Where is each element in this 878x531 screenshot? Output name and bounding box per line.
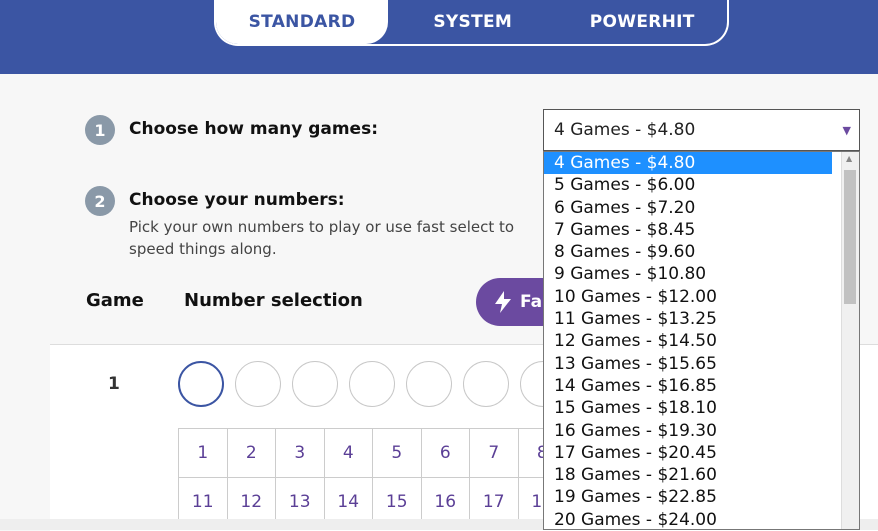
number-cell[interactable]: 7 — [470, 429, 519, 478]
tab-system[interactable]: SYSTEM — [388, 0, 558, 44]
step-2-title: Choose your numbers: — [129, 190, 345, 210]
selected-number-slot[interactable] — [406, 361, 452, 407]
lightning-icon — [495, 291, 511, 313]
number-cell[interactable]: 5 — [373, 429, 422, 478]
games-count-dropdown: 4 Games - $4.80 5 Games - $6.00 6 Games … — [543, 151, 860, 530]
option-item[interactable]: 15 Games - $18.10 — [544, 397, 832, 419]
number-selection-header: Number selection — [184, 290, 363, 311]
number-cell[interactable]: 2 — [227, 429, 276, 478]
tab-standard[interactable]: STANDARD — [216, 0, 388, 44]
number-cell[interactable]: 3 — [276, 429, 325, 478]
chevron-down-icon: ▼ — [842, 124, 851, 137]
games-count-select[interactable]: 4 Games - $4.80 ▼ — [543, 109, 860, 151]
selected-number-slot[interactable] — [463, 361, 509, 407]
games-count-value: 4 Games - $4.80 — [554, 120, 696, 140]
step-1-badge: 1 — [85, 115, 115, 145]
option-item[interactable]: 9 Games - $10.80 — [544, 263, 832, 285]
game-column-header: Game — [86, 290, 144, 311]
option-item[interactable]: 8 Games - $9.60 — [544, 241, 832, 263]
option-item[interactable]: 18 Games - $21.60 — [544, 464, 832, 486]
number-cell[interactable]: 6 — [421, 429, 470, 478]
option-item[interactable]: 17 Games - $20.45 — [544, 442, 832, 464]
selected-number-slot[interactable] — [235, 361, 281, 407]
step-1-title: Choose how many games: — [129, 119, 378, 139]
number-grid: 1 2 3 4 5 6 7 8 11 12 13 14 15 16 17 18 — [178, 428, 567, 527]
option-item[interactable]: 16 Games - $19.30 — [544, 420, 832, 442]
selected-number-slot[interactable] — [349, 361, 395, 407]
game-type-tabs: STANDARD SYSTEM POWERHIT — [214, 0, 729, 46]
step-2-description: Pick your own numbers to play or use fas… — [129, 218, 515, 258]
option-item[interactable]: 13 Games - $15.65 — [544, 353, 832, 375]
option-item[interactable]: 7 Games - $8.45 — [544, 219, 832, 241]
number-cell[interactable]: 1 — [179, 429, 228, 478]
dropdown-scrollbar[interactable]: ▲ — [841, 152, 859, 529]
fast-select-label: Fa — [520, 292, 543, 312]
option-item[interactable]: 11 Games - $13.25 — [544, 308, 832, 330]
option-item[interactable]: 20 Games - $24.00 — [544, 509, 832, 529]
option-item[interactable]: 14 Games - $16.85 — [544, 375, 832, 397]
option-item[interactable]: 6 Games - $7.20 — [544, 197, 832, 219]
selected-number-slot[interactable] — [292, 361, 338, 407]
option-item[interactable]: 10 Games - $12.00 — [544, 286, 832, 308]
option-item[interactable]: 4 Games - $4.80 — [544, 152, 832, 175]
option-item[interactable]: 19 Games - $22.85 — [544, 486, 832, 508]
selected-number-slot[interactable] — [178, 361, 224, 407]
step-2-badge: 2 — [85, 186, 115, 216]
option-item[interactable]: 12 Games - $14.50 — [544, 330, 832, 352]
tab-powerhit[interactable]: POWERHIT — [558, 0, 728, 44]
number-cell[interactable]: 4 — [324, 429, 373, 478]
top-bar: STANDARD SYSTEM POWERHIT — [0, 0, 878, 74]
scrollbar-thumb[interactable] — [844, 170, 856, 304]
option-item[interactable]: 5 Games - $6.00 — [544, 174, 832, 196]
game-row-number: 1 — [108, 374, 120, 394]
scroll-up-icon[interactable]: ▲ — [846, 154, 852, 163]
